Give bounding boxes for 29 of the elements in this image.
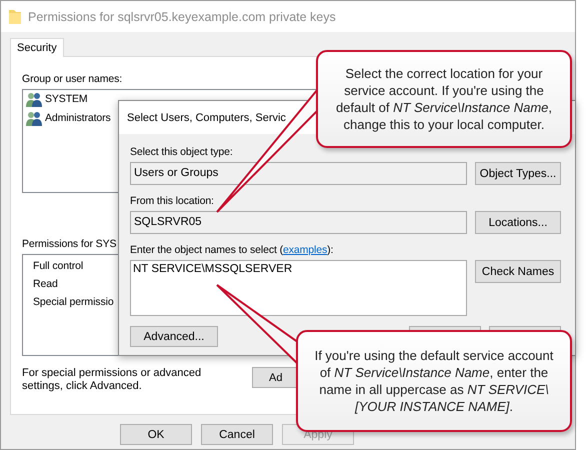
dialog-button[interactable]: Cancel: [201, 424, 273, 445]
users-icon: [26, 92, 43, 107]
user-item[interactable]: Administrators: [45, 111, 111, 125]
tab[interactable]: Security: [10, 38, 64, 57]
object-types-button[interactable]: Object Types...: [475, 162, 561, 185]
user-item[interactable]: SYSTEM: [45, 92, 88, 106]
permission-item: Full control: [33, 259, 84, 273]
object-type-field[interactable]: Users or Groups: [130, 162, 467, 185]
dialog-title: Select Users, Computers, Servic: [127, 112, 286, 124]
location-field[interactable]: SQLSRVR05: [130, 211, 467, 234]
group-label: Group or user names:: [22, 72, 122, 86]
window-title: Permissions for sqlsrvr05.keyexample.com private keys: [28, 10, 336, 24]
callout-tooltip: Select the correct location for your service account. If you're using the default of NT Service\Instance Name, change this to your local computer.: [316, 50, 572, 148]
object-type-label: Select this object type:: [130, 145, 233, 159]
users-icon: [26, 111, 43, 126]
permission-item: Special permissio: [33, 295, 114, 309]
advanced-button[interactable]: Advanced...: [130, 326, 218, 347]
permission-item: Read: [33, 277, 58, 291]
dialog-button[interactable]: OK: [120, 424, 192, 445]
examples-link[interactable]: examples: [283, 244, 328, 256]
permissions-label: Permissions for SYS: [22, 237, 116, 251]
location-label: From this location:: [130, 194, 214, 208]
callout-tooltip: If you're using the default service account of NT Service\Instance Name, enter the name in all uppercase as NT SERVICE\[YOUR INSTANCE NAME].: [296, 330, 572, 432]
names-field[interactable]: NT SERVICE\MSSQLSERVER: [130, 260, 467, 316]
folder-icon: [9, 9, 21, 24]
names-label: Enter the object names to select (examples):: [130, 243, 334, 257]
locations-button[interactable]: Locations...: [475, 211, 561, 234]
check-names-button[interactable]: Check Names: [475, 260, 561, 283]
advanced-note: For special permissions or advanced settings, click Advanced.: [22, 367, 202, 393]
